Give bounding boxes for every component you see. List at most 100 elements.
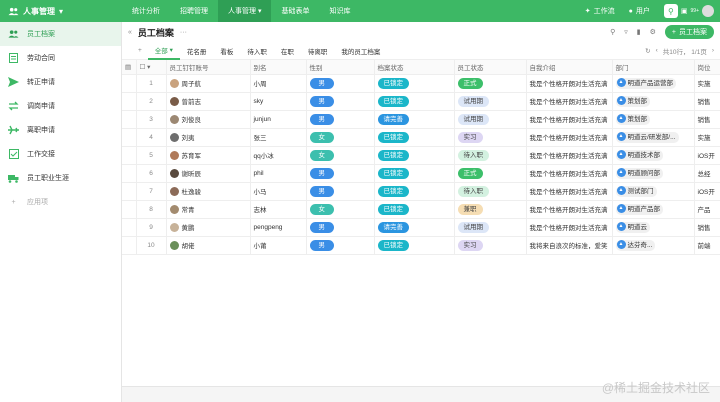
select-all-checkbox[interactable]: ☐ ▾	[136, 60, 167, 75]
employee-status-cell[interactable]: 正式	[454, 74, 527, 93]
filter-icon[interactable]: ▿	[624, 28, 628, 36]
collapse-icon[interactable]: «	[128, 29, 132, 36]
tab-roster[interactable]: 花名册	[180, 42, 214, 60]
department-cell[interactable]: ▲ 达芬奇...	[612, 236, 695, 255]
search-icon[interactable]: ⚲	[610, 28, 615, 36]
department-cell[interactable]: ▲ 策划部	[612, 110, 695, 129]
column-header[interactable]: 岗位	[694, 60, 720, 75]
intro-cell[interactable]: 我是个性格开朗对生活充满	[526, 218, 613, 237]
prev-page-icon[interactable]: ‹	[656, 47, 658, 54]
gender-cell[interactable]: 男	[306, 110, 375, 129]
alias-cell[interactable]: junjun	[250, 110, 307, 129]
gender-cell[interactable]: 男	[306, 236, 375, 255]
employee-status-cell[interactable]: 正式	[454, 164, 527, 183]
tab-all[interactable]: 全部 ▾	[147, 42, 180, 60]
employee-status-cell[interactable]: 试用期	[454, 92, 527, 111]
department-cell[interactable]: ▲ 明道产品部	[612, 200, 695, 219]
sidebar-item-employee-files[interactable]: 员工档案	[0, 22, 121, 46]
archive-status-cell[interactable]: 已锁定	[374, 92, 455, 111]
avatar[interactable]	[702, 5, 714, 17]
employee-status-cell[interactable]: 试用期	[454, 110, 527, 129]
users-button[interactable]: ● 用户	[629, 6, 650, 16]
gender-cell[interactable]: 男	[306, 182, 375, 201]
tab-active[interactable]: 在职	[274, 42, 301, 60]
gender-cell[interactable]: 女	[306, 200, 375, 219]
archive-status-cell[interactable]: 请完善	[374, 110, 455, 129]
archive-status-cell[interactable]: 已锁定	[374, 236, 455, 255]
position-cell[interactable]: 总经	[694, 164, 720, 183]
account-cell[interactable]: 曾前志	[166, 92, 251, 111]
column-header[interactable]: 别名	[250, 60, 307, 75]
department-cell[interactable]: ▲ 明道顾问部	[612, 164, 695, 183]
nav-item-stats[interactable]: 统计分析	[122, 0, 170, 22]
alias-cell[interactable]: pengpeng	[250, 218, 307, 237]
position-cell[interactable]: 实施	[694, 74, 720, 93]
tab-my-files[interactable]: 我的员工档案	[334, 42, 387, 60]
column-header[interactable]: 员工钉钉账号	[166, 60, 251, 75]
next-page-icon[interactable]: ›	[712, 47, 714, 54]
intro-cell[interactable]: 我是个性格开朗对生活充满	[526, 92, 613, 111]
department-cell[interactable]: ▲ 明道云/研发部/...	[612, 128, 695, 147]
column-header[interactable]: 部门	[612, 60, 695, 75]
account-cell[interactable]: 刘夷	[166, 128, 251, 147]
archive-status-cell[interactable]: 已锁定	[374, 146, 455, 165]
account-cell[interactable]: 周子航	[166, 74, 251, 93]
table-row[interactable]: 9 黄鹏 pengpeng 男 请完善 试用期 我是个性格开朗对生活充满 ▲ 明道云 销售	[122, 218, 720, 237]
alias-cell[interactable]: 小周	[250, 74, 307, 93]
position-cell[interactable]: 产品	[694, 200, 720, 219]
employee-status-cell[interactable]: 待入职	[454, 182, 527, 201]
intro-cell[interactable]: 我是个性格开朗对生活充满	[526, 74, 613, 93]
table-row[interactable]: 5 苏育军 qq小冰女 已锁定 待入职 我是个性格开朗对生活充满 ▲ 明道技术部 iOS开	[122, 146, 720, 165]
table-row[interactable]: 7 杜逸骏 小马男 已锁定 待入职 我是个性格开朗对生活充满 ▲ 测试部门 iOS开	[122, 182, 720, 201]
department-cell[interactable]: ▲ 策划部	[612, 92, 695, 111]
add-employee-button[interactable]: + 员工档案	[664, 25, 714, 39]
employee-status-cell[interactable]: 兼职	[454, 200, 527, 219]
nav-item-kb[interactable]: 知识库	[319, 0, 360, 22]
sidebar-add-item[interactable]: + 应用项	[0, 190, 121, 214]
position-cell[interactable]: 销售	[694, 92, 720, 111]
position-cell[interactable]: iOS开	[694, 182, 720, 201]
alias-cell[interactable]: phil	[250, 164, 307, 183]
archive-status-cell[interactable]: 已锁定	[374, 164, 455, 183]
alias-cell[interactable]: 小莆	[250, 236, 307, 255]
column-header[interactable]: 档案状态	[374, 60, 455, 75]
archive-status-cell[interactable]: 已锁定	[374, 182, 455, 201]
archive-status-cell[interactable]: 已锁定	[374, 200, 455, 219]
account-cell[interactable]: 黄鹏	[166, 218, 251, 237]
column-header[interactable]: 员工状态	[454, 60, 527, 75]
workflow-button[interactable]: ✦ 工作流	[585, 6, 615, 16]
sidebar-item-contract[interactable]: 劳动合同	[0, 46, 121, 70]
search-button[interactable]: ⚲	[663, 4, 678, 18]
position-cell[interactable]: 销售	[694, 110, 720, 129]
notifications-icon[interactable]: ▣	[681, 7, 688, 15]
sidebar-item-handover[interactable]: 工作交接	[0, 142, 121, 166]
position-cell[interactable]: iOS开	[694, 146, 720, 165]
table-row[interactable]: 2 曾前志 sky 男 已锁定 试用期 我是个性格开朗对生活充满 ▲ 策划部 销售	[122, 92, 720, 111]
table-row[interactable]: 6 谢昕辰 phil 男 已锁定 正式 我是个性格开朗对生活充满 ▲ 明道顾问部 总经	[122, 164, 720, 183]
intro-cell[interactable]: 我是个性格开朗对生活充满	[526, 164, 613, 183]
account-cell[interactable]: 刘俊良	[166, 110, 251, 129]
position-cell[interactable]: 销售	[694, 218, 720, 237]
employee-status-cell[interactable]: 实习	[454, 128, 527, 147]
lock-column-header[interactable]: ▤	[122, 60, 137, 75]
intro-cell[interactable]: 我是个性格开朗对生活充满	[526, 110, 613, 129]
intro-cell[interactable]: 我是个性格开朗对生活充满	[526, 182, 613, 201]
settings-icon[interactable]: ⚙	[650, 28, 656, 36]
employee-status-cell[interactable]: 实习	[454, 236, 527, 255]
refresh-icon[interactable]: ↻	[645, 47, 650, 55]
archive-status-cell[interactable]: 已锁定	[374, 128, 455, 147]
gender-cell[interactable]: 男	[306, 218, 375, 237]
app-switcher[interactable]: 人事管理 ▾	[0, 6, 122, 17]
employee-status-cell[interactable]: 试用期	[454, 218, 527, 237]
intro-cell[interactable]: 我是个性格开朗对生活充满	[526, 146, 613, 165]
position-cell[interactable]: 前端	[694, 236, 720, 255]
department-cell[interactable]: ▲ 明道技术部	[612, 146, 695, 165]
alias-cell[interactable]: 小马	[250, 182, 307, 201]
alias-cell[interactable]: 志林	[250, 200, 307, 219]
sidebar-item-transfer[interactable]: 调岗申请	[0, 94, 121, 118]
nav-item-hr[interactable]: 人事管理 ▾	[218, 0, 272, 22]
department-cell[interactable]: ▲ 测试部门	[612, 182, 695, 201]
gender-cell[interactable]: 男	[306, 92, 375, 111]
sidebar-item-career[interactable]: 员工职业生涯	[0, 166, 121, 190]
table-row[interactable]: 1 周子航 小周男 已锁定 正式 我是个性格开朗对生活充满 ▲ 明道产品运营部 实施	[122, 74, 720, 93]
